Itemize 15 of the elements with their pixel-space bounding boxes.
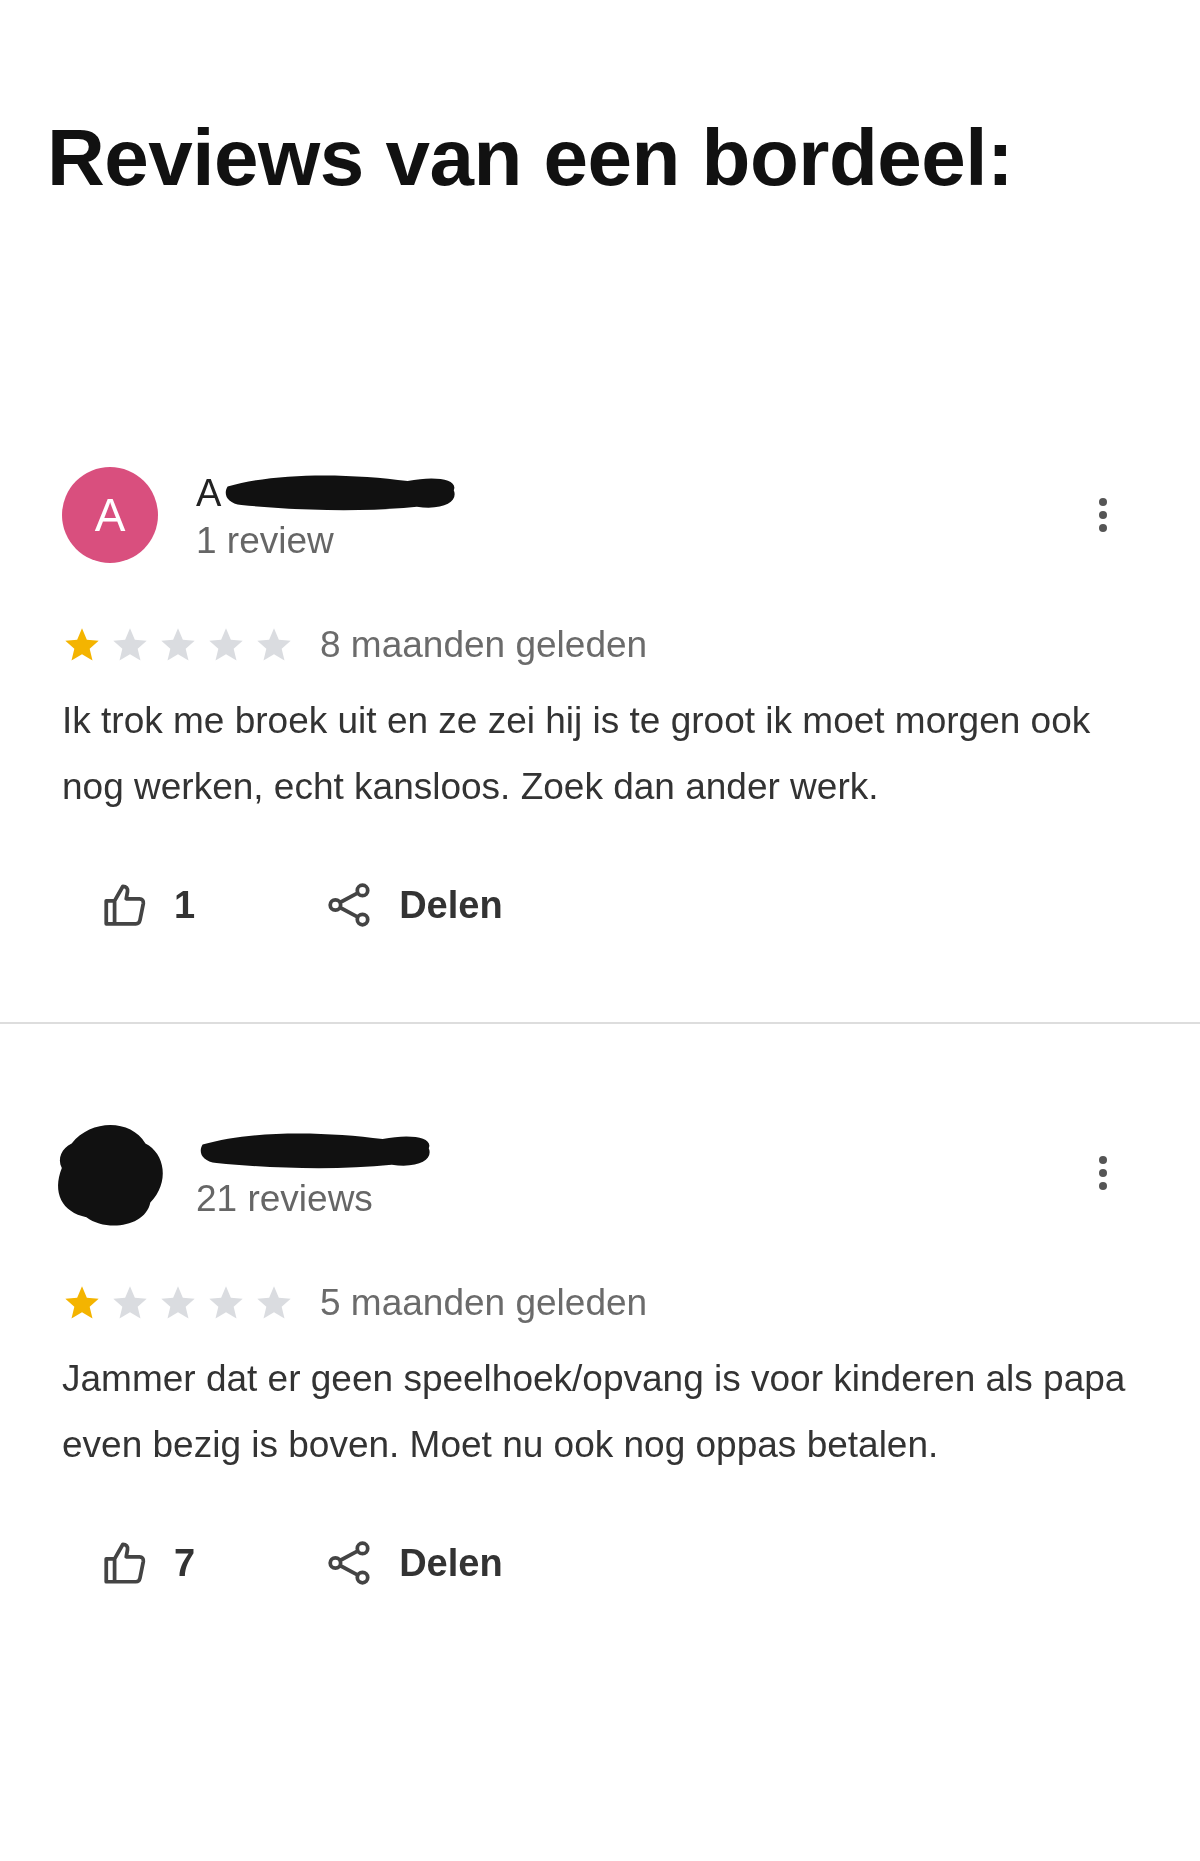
like-button[interactable]: 1 <box>100 880 196 930</box>
review-date: 5 maanden geleden <box>320 1282 648 1324</box>
review-text: Jammer dat er geen speelhoek/opvang is voor kinderen als papa even bezig is boven. Moet nu ook nog oppas betalen. <box>62 1357 1127 1467</box>
share-button[interactable]: Delen <box>325 1538 503 1588</box>
more-options-icon[interactable] <box>1098 1155 1108 1191</box>
review-date: 8 maanden geleden <box>320 624 648 666</box>
page-title: Reviews van een bordeel: <box>46 112 1015 198</box>
like-button[interactable]: 7 <box>100 1538 196 1588</box>
more-options-icon[interactable] <box>1098 497 1108 533</box>
reviewer-name: A <box>196 471 222 515</box>
share-button[interactable]: Delen <box>325 880 503 930</box>
review-count: 21 reviews <box>196 1178 374 1220</box>
review-count: 1 review <box>196 520 335 562</box>
avatar: A <box>62 467 158 563</box>
review-text: Ik trok me broek uit en ze zei hij is te groot ik moet morgen ook nog werken, echt kansloos. Zoek dan ander werk. <box>62 699 1092 809</box>
